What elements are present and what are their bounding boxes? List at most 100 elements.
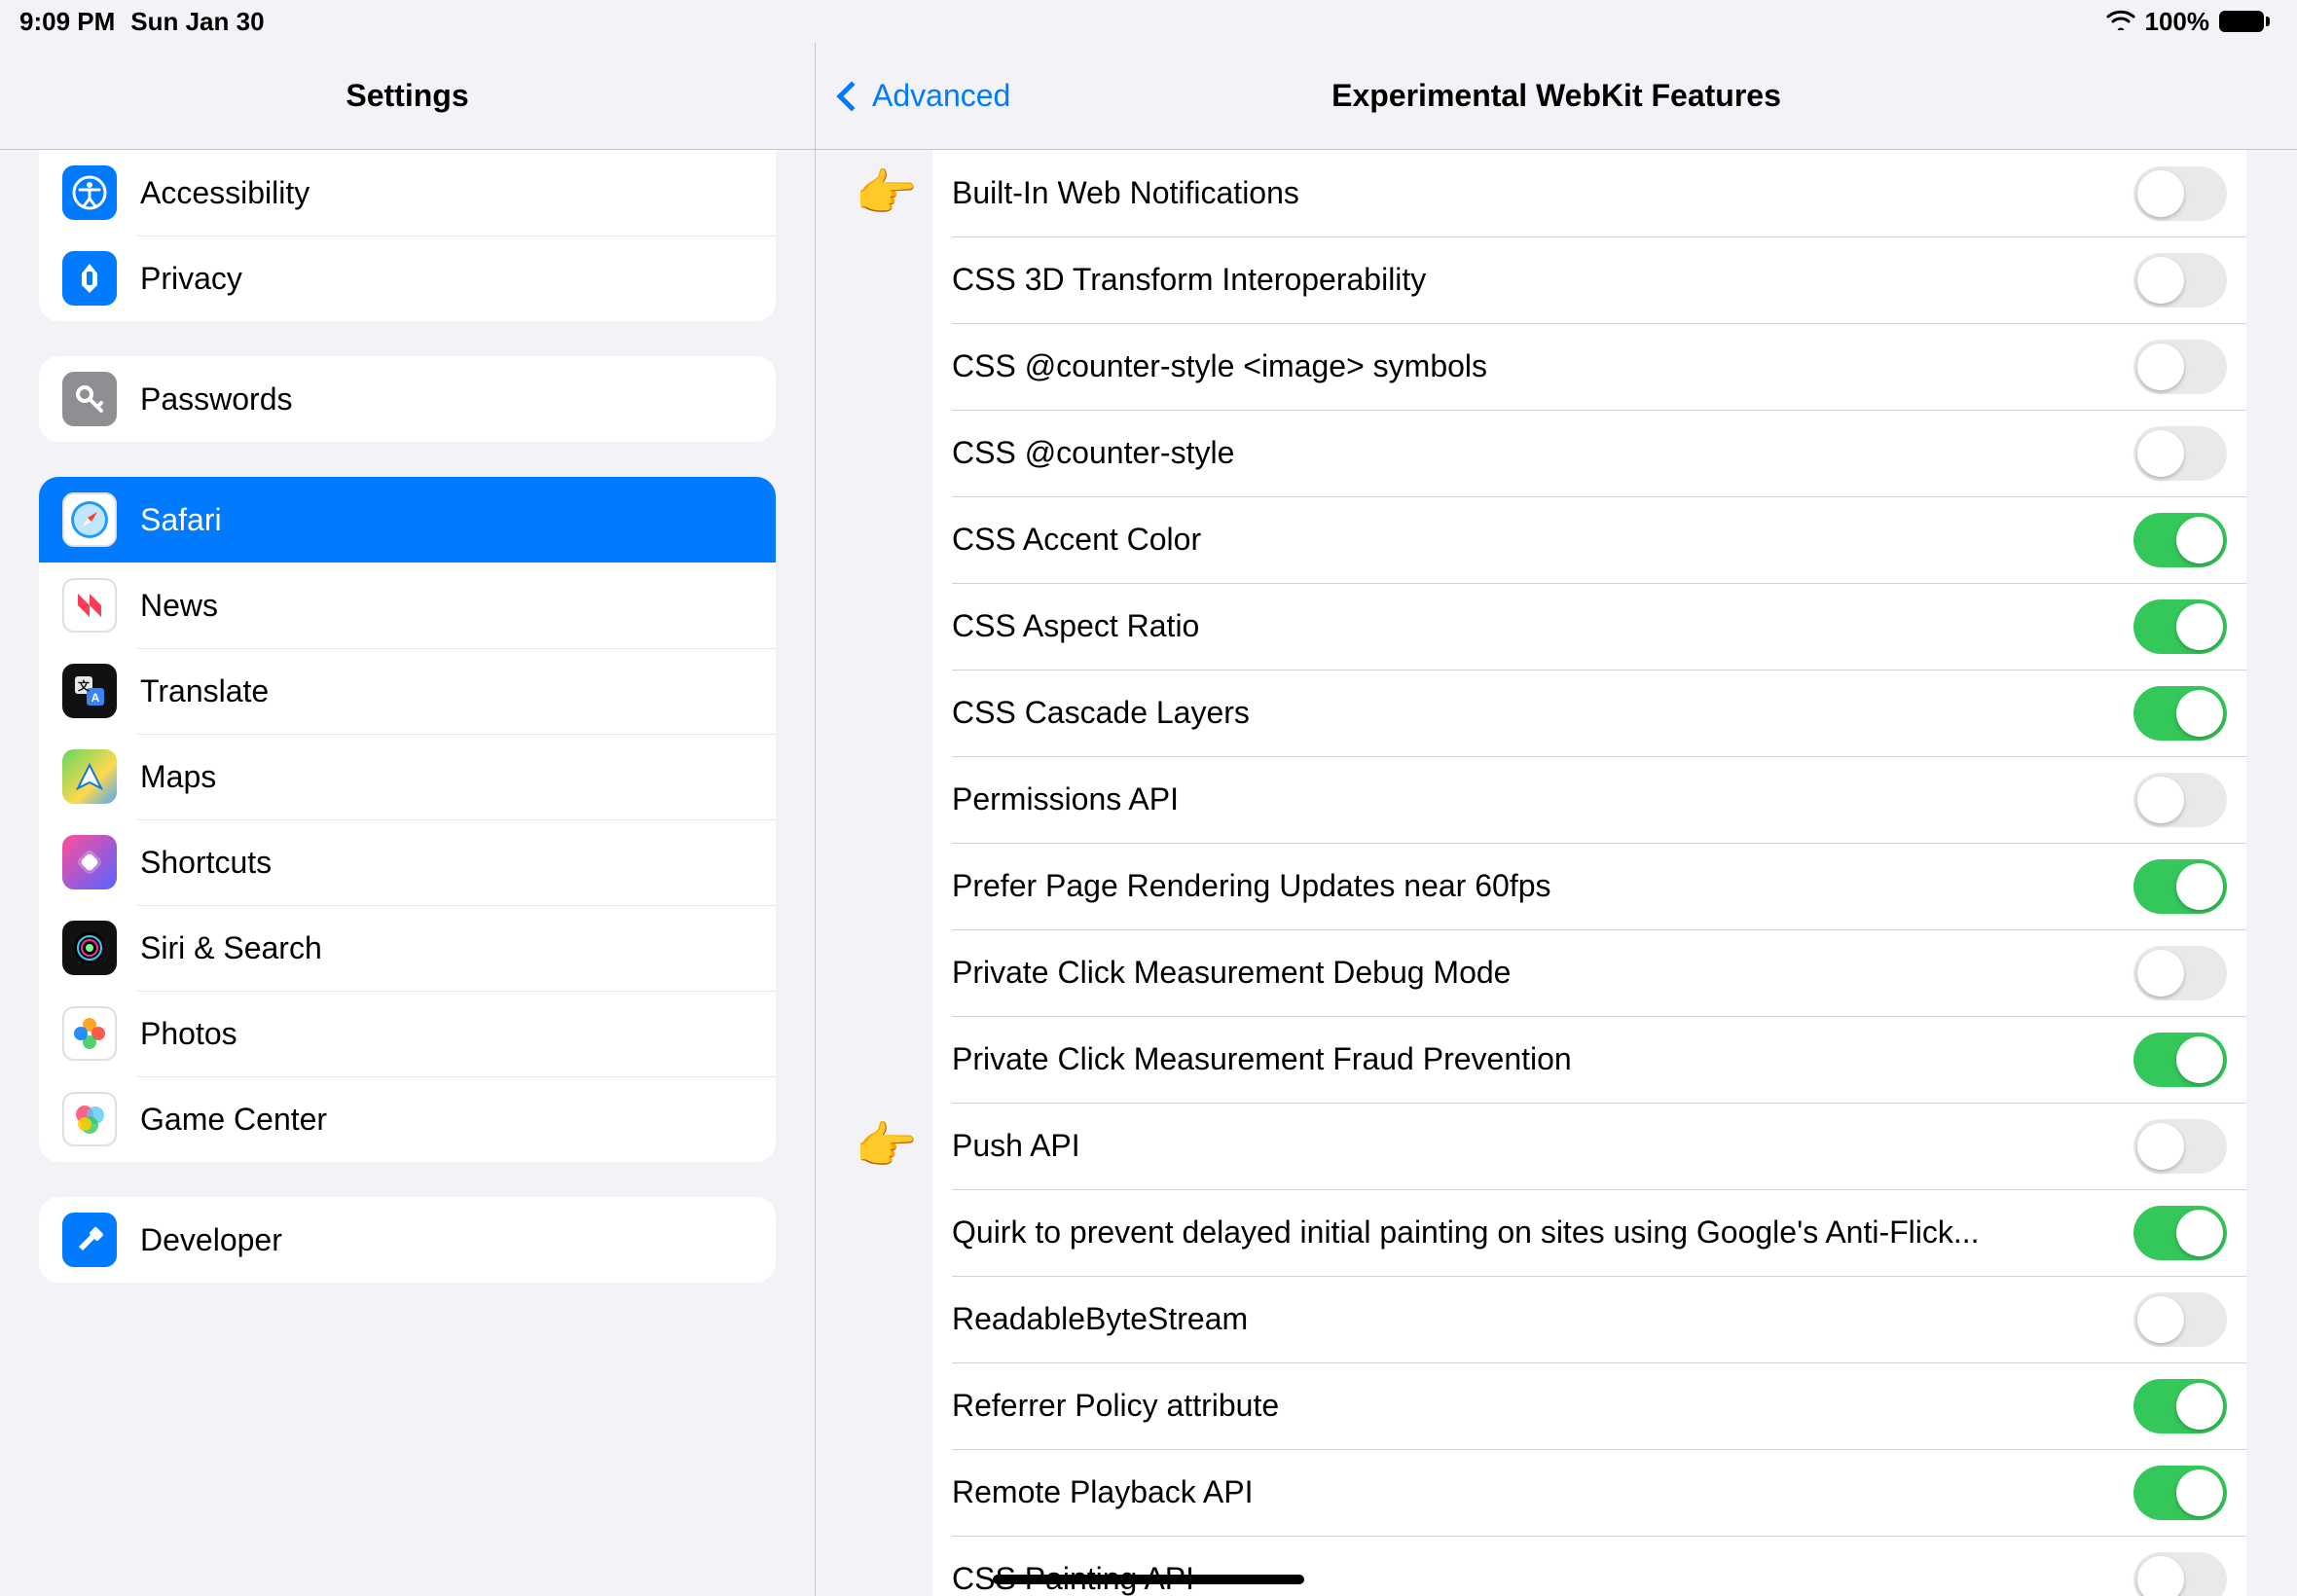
feature-toggle[interactable] bbox=[2133, 1206, 2227, 1260]
shortcuts-icon bbox=[62, 835, 117, 889]
back-label: Advanced bbox=[872, 78, 1010, 114]
sidebar-item-label: Photos bbox=[140, 1016, 237, 1052]
feature-toggle[interactable] bbox=[2133, 253, 2227, 308]
sidebar-item-label: Game Center bbox=[140, 1102, 327, 1138]
feature-row: Quirk to prevent delayed initial paintin… bbox=[932, 1189, 2246, 1276]
key-icon bbox=[62, 372, 117, 426]
sidebar-item-label: Translate bbox=[140, 673, 269, 709]
feature-label: Referrer Policy attribute bbox=[952, 1388, 2133, 1424]
sidebar-item-label: Siri & Search bbox=[140, 930, 322, 966]
feature-toggle[interactable] bbox=[2133, 1119, 2227, 1174]
feature-label: CSS @counter-style <image> symbols bbox=[952, 348, 2133, 384]
feature-toggle[interactable] bbox=[2133, 166, 2227, 221]
feature-row: CSS 3D Transform Interoperability bbox=[932, 236, 2246, 323]
feature-toggle[interactable] bbox=[2133, 773, 2227, 827]
privacy-icon bbox=[62, 251, 117, 306]
feature-toggle[interactable] bbox=[2133, 1292, 2227, 1347]
feature-toggle[interactable] bbox=[2133, 513, 2227, 567]
feature-list: 👉Built-In Web Notifications CSS 3D Transf… bbox=[932, 150, 2246, 1596]
battery-percent: 100% bbox=[2145, 7, 2210, 37]
feature-toggle[interactable] bbox=[2133, 1379, 2227, 1433]
feature-toggle[interactable] bbox=[2133, 599, 2227, 654]
feature-row: Private Click Measurement Fraud Preventi… bbox=[932, 1016, 2246, 1103]
sidebar-item-label: Privacy bbox=[140, 261, 242, 297]
wifi-icon bbox=[2106, 7, 2135, 37]
feature-toggle[interactable] bbox=[2133, 1552, 2227, 1596]
status-date: Sun Jan 30 bbox=[130, 7, 264, 37]
sidebar-item-translate[interactable]: 文A Translate bbox=[39, 648, 776, 734]
sidebar-group-apps: Safari News 文A Translate bbox=[39, 477, 776, 1162]
feature-label: Permissions API bbox=[952, 781, 2133, 817]
sidebar-item-label: Passwords bbox=[140, 381, 293, 417]
home-indicator[interactable] bbox=[993, 1575, 1304, 1584]
feature-label: CSS @counter-style bbox=[952, 435, 2133, 471]
sidebar-item-siri[interactable]: Siri & Search bbox=[39, 905, 776, 991]
feature-label: CSS Accent Color bbox=[952, 522, 2133, 558]
feature-row: CSS Cascade Layers bbox=[932, 670, 2246, 756]
feature-toggle[interactable] bbox=[2133, 946, 2227, 1000]
settings-sidebar: Settings Accessibility Privacy bbox=[0, 43, 816, 1596]
feature-label: ReadableByteStream bbox=[952, 1301, 2133, 1337]
feature-label: Private Click Measurement Debug Mode bbox=[952, 955, 2133, 991]
feature-row: CSS Accent Color bbox=[932, 496, 2246, 583]
sidebar-item-safari[interactable]: Safari bbox=[39, 477, 776, 562]
sidebar-item-label: Safari bbox=[140, 502, 222, 538]
sidebar-item-label: Shortcuts bbox=[140, 845, 272, 881]
accessibility-icon bbox=[62, 165, 117, 220]
sidebar-item-label: Accessibility bbox=[140, 175, 310, 211]
svg-text:文: 文 bbox=[78, 678, 91, 693]
svg-text:A: A bbox=[91, 691, 100, 705]
feature-row: CSS @counter-style bbox=[932, 410, 2246, 496]
news-icon bbox=[62, 578, 117, 633]
sidebar-item-label: Developer bbox=[140, 1222, 282, 1258]
feature-label: Prefer Page Rendering Updates near 60fps bbox=[952, 868, 2133, 904]
feature-toggle[interactable] bbox=[2133, 426, 2227, 481]
sidebar-group-developer: Developer bbox=[39, 1197, 776, 1283]
feature-row: ReadableByteStream bbox=[932, 1276, 2246, 1362]
feature-row: Permissions API bbox=[932, 756, 2246, 843]
hammer-icon bbox=[62, 1213, 117, 1267]
feature-label: CSS Cascade Layers bbox=[952, 695, 2133, 731]
feature-row: 👉Push API bbox=[932, 1103, 2246, 1189]
sidebar-group-general: Accessibility Privacy bbox=[39, 150, 776, 321]
feature-toggle[interactable] bbox=[2133, 340, 2227, 394]
feature-label: Built-In Web Notifications bbox=[952, 175, 2133, 211]
feature-row: Prefer Page Rendering Updates near 60fps bbox=[932, 843, 2246, 929]
feature-toggle[interactable] bbox=[2133, 1033, 2227, 1087]
feature-toggle[interactable] bbox=[2133, 1466, 2227, 1520]
feature-label: CSS Aspect Ratio bbox=[952, 608, 2133, 644]
sidebar-group-passwords: Passwords bbox=[39, 356, 776, 442]
feature-row: Private Click Measurement Debug Mode bbox=[932, 929, 2246, 1016]
chevron-left-icon bbox=[836, 81, 866, 111]
translate-icon: 文A bbox=[62, 664, 117, 718]
sidebar-item-accessibility[interactable]: Accessibility bbox=[39, 150, 776, 236]
sidebar-item-privacy[interactable]: Privacy bbox=[39, 236, 776, 321]
sidebar-item-label: Maps bbox=[140, 759, 216, 795]
sidebar-item-passwords[interactable]: Passwords bbox=[39, 356, 776, 442]
sidebar-item-news[interactable]: News bbox=[39, 562, 776, 648]
detail-pane: Advanced Experimental WebKit Features 👉B… bbox=[816, 43, 2297, 1596]
page-title: Experimental WebKit Features bbox=[1331, 78, 1781, 114]
feature-row: 👉Built-In Web Notifications bbox=[932, 150, 2246, 236]
sidebar-title: Settings bbox=[0, 43, 815, 150]
status-bar: 9:09 PM Sun Jan 30 100% bbox=[0, 0, 2297, 43]
sidebar-item-photos[interactable]: Photos bbox=[39, 991, 776, 1076]
sidebar-item-gamecenter[interactable]: Game Center bbox=[39, 1076, 776, 1162]
feature-row: CSS Painting API bbox=[932, 1536, 2246, 1596]
sidebar-item-label: News bbox=[140, 588, 218, 624]
feature-toggle[interactable] bbox=[2133, 859, 2227, 914]
feature-row: Remote Playback API bbox=[932, 1449, 2246, 1536]
safari-icon bbox=[62, 492, 117, 547]
sidebar-item-maps[interactable]: Maps bbox=[39, 734, 776, 819]
feature-row: CSS Aspect Ratio bbox=[932, 583, 2246, 670]
maps-icon bbox=[62, 749, 117, 804]
feature-label: CSS 3D Transform Interoperability bbox=[952, 262, 2133, 298]
pointer-icon: 👉 bbox=[855, 163, 918, 223]
sidebar-item-shortcuts[interactable]: Shortcuts bbox=[39, 819, 776, 905]
back-button[interactable]: Advanced bbox=[841, 43, 1010, 149]
pointer-icon: 👉 bbox=[855, 1116, 918, 1176]
feature-toggle[interactable] bbox=[2133, 686, 2227, 741]
gamecenter-icon bbox=[62, 1092, 117, 1146]
feature-row: CSS @counter-style <image> symbols bbox=[932, 323, 2246, 410]
sidebar-item-developer[interactable]: Developer bbox=[39, 1197, 776, 1283]
